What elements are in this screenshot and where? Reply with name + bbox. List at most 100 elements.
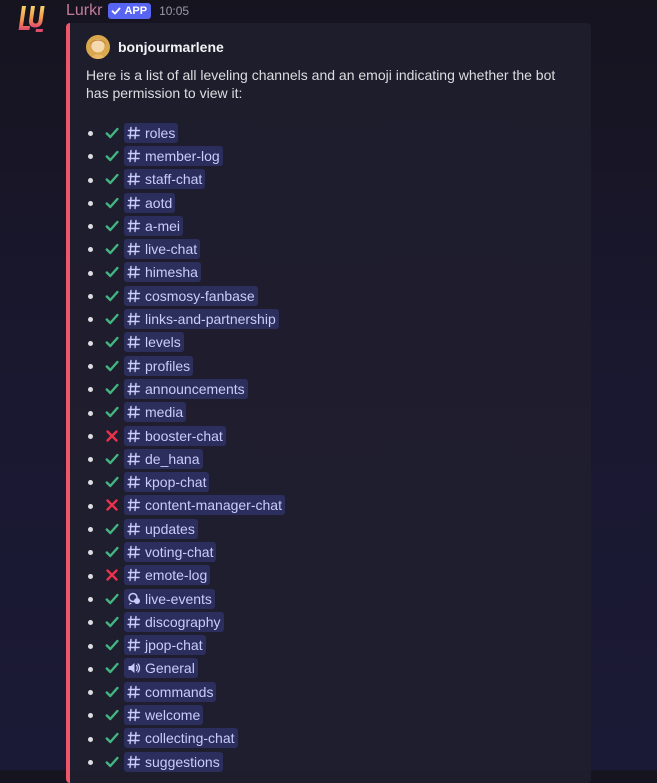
hash-icon <box>127 312 141 326</box>
channel-list-item: media <box>86 401 285 424</box>
lurkr-logo-icon <box>18 6 45 32</box>
check-mark-icon <box>104 358 120 374</box>
message-timestamp[interactable]: 10:05 <box>159 4 189 18</box>
channel-mention[interactable]: content-manager-chat <box>124 495 285 516</box>
hash-icon <box>127 685 141 699</box>
hash-icon <box>127 405 141 419</box>
channel-mention[interactable]: commands <box>124 681 217 702</box>
channel-mention[interactable]: updates <box>124 518 198 539</box>
embed-description: Here is a list of all leveling channels … <box>86 67 556 101</box>
channel-mention[interactable]: collecting-chat <box>124 728 238 749</box>
channel-name: staff-chat <box>145 171 203 188</box>
channel-list-item: de_hana <box>86 447 285 470</box>
channel-mention[interactable]: media <box>124 402 187 423</box>
channel-list-item: announcements <box>86 377 285 400</box>
hash-icon <box>127 452 141 466</box>
channel-mention[interactable]: booster-chat <box>124 425 226 446</box>
channel-list-item: levels <box>86 331 285 354</box>
hash-icon <box>127 498 141 512</box>
hash-icon <box>127 196 141 210</box>
message-header: Lurkr APP 10:05 <box>66 1 189 21</box>
channel-list-item: collecting-chat <box>86 727 285 750</box>
check-mark-icon <box>104 754 120 770</box>
embed-author: bonjourmarlene <box>86 35 224 59</box>
channel-name: roles <box>145 124 176 141</box>
channel-mention[interactable]: links-and-partnership <box>124 309 279 330</box>
channel-name: levels <box>145 334 181 351</box>
channel-list-item: updates <box>86 517 285 540</box>
channel-mention[interactable]: emote-log <box>124 565 211 586</box>
channel-mention[interactable]: staff-chat <box>124 169 206 190</box>
channel-name: content-manager-chat <box>145 497 282 514</box>
channel-mention[interactable]: a-mei <box>124 215 184 236</box>
channel-name: aotd <box>145 194 173 211</box>
app-badge-label: APP <box>124 5 148 17</box>
hash-icon <box>127 265 141 279</box>
hash-icon <box>127 382 141 396</box>
channel-name: General <box>145 660 195 677</box>
hash-icon <box>127 172 141 186</box>
channel-mention[interactable]: member-log <box>124 145 223 166</box>
channel-mention[interactable]: voting-chat <box>124 541 217 562</box>
check-mark-icon <box>104 195 120 211</box>
hash-icon <box>127 708 141 722</box>
check-mark-icon <box>104 264 120 280</box>
channel-list: roles member-log staff-chat aotd a-mei live-c… <box>86 121 285 773</box>
channel-name: himesha <box>145 264 198 281</box>
channel-name: links-and-partnership <box>145 311 276 328</box>
hash-icon <box>127 755 141 769</box>
channel-list-item: kpop-chat <box>86 470 285 493</box>
channel-name: collecting-chat <box>145 730 235 747</box>
hash-icon <box>127 638 141 652</box>
verified-check-icon <box>112 7 121 15</box>
check-mark-icon <box>104 637 120 653</box>
channel-mention[interactable]: jpop-chat <box>124 635 206 656</box>
bot-avatar[interactable] <box>16 2 46 36</box>
channel-mention[interactable]: de_hana <box>124 448 203 469</box>
channel-list-item: profiles <box>86 354 285 377</box>
channel-name: updates <box>145 520 195 537</box>
channel-mention[interactable]: live-chat <box>124 239 201 260</box>
channel-list-item: himesha <box>86 261 285 284</box>
app-badge: APP <box>108 3 152 19</box>
channel-name: kpop-chat <box>145 474 207 491</box>
channel-mention[interactable]: live-events <box>124 588 215 609</box>
channel-mention[interactable]: discography <box>124 611 224 632</box>
channel-mention[interactable]: General <box>124 658 198 679</box>
channel-mention[interactable]: himesha <box>124 262 201 283</box>
channel-mention[interactable]: roles <box>124 122 179 143</box>
channel-name: jpop-chat <box>145 637 203 654</box>
check-mark-icon <box>104 591 120 607</box>
check-mark-icon <box>104 171 120 187</box>
channel-name: live-events <box>145 590 212 607</box>
hash-icon <box>127 615 141 629</box>
channel-list-item: aotd <box>86 191 285 214</box>
channel-mention[interactable]: kpop-chat <box>124 472 210 493</box>
channel-mention[interactable]: profiles <box>124 355 194 376</box>
channel-mention[interactable]: suggestions <box>124 751 223 772</box>
hash-icon <box>127 359 141 373</box>
check-mark-icon <box>104 241 120 257</box>
channel-name: emote-log <box>145 567 208 584</box>
channel-name: booster-chat <box>145 427 223 444</box>
embed-author-name[interactable]: bonjourmarlene <box>118 39 224 55</box>
channel-mention[interactable]: announcements <box>124 378 248 399</box>
hash-icon <box>127 219 141 233</box>
channel-name: profiles <box>145 357 191 374</box>
check-mark-icon <box>104 218 120 234</box>
hash-icon <box>127 522 141 536</box>
channel-name: de_hana <box>145 450 200 467</box>
channel-mention[interactable]: aotd <box>124 192 176 213</box>
channel-list-item: live-chat <box>86 237 285 260</box>
check-mark-icon <box>104 311 120 327</box>
hash-icon <box>127 568 141 582</box>
channel-mention[interactable]: cosmosy-fanbase <box>124 285 258 306</box>
channel-name: discography <box>145 613 221 630</box>
channel-list-item: member-log <box>86 144 285 167</box>
channel-mention[interactable]: levels <box>124 332 184 353</box>
channel-mention[interactable]: welcome <box>124 705 204 726</box>
hash-icon <box>127 335 141 349</box>
check-mark-icon <box>104 660 120 676</box>
hash-icon <box>127 289 141 303</box>
username[interactable]: Lurkr <box>66 2 102 20</box>
